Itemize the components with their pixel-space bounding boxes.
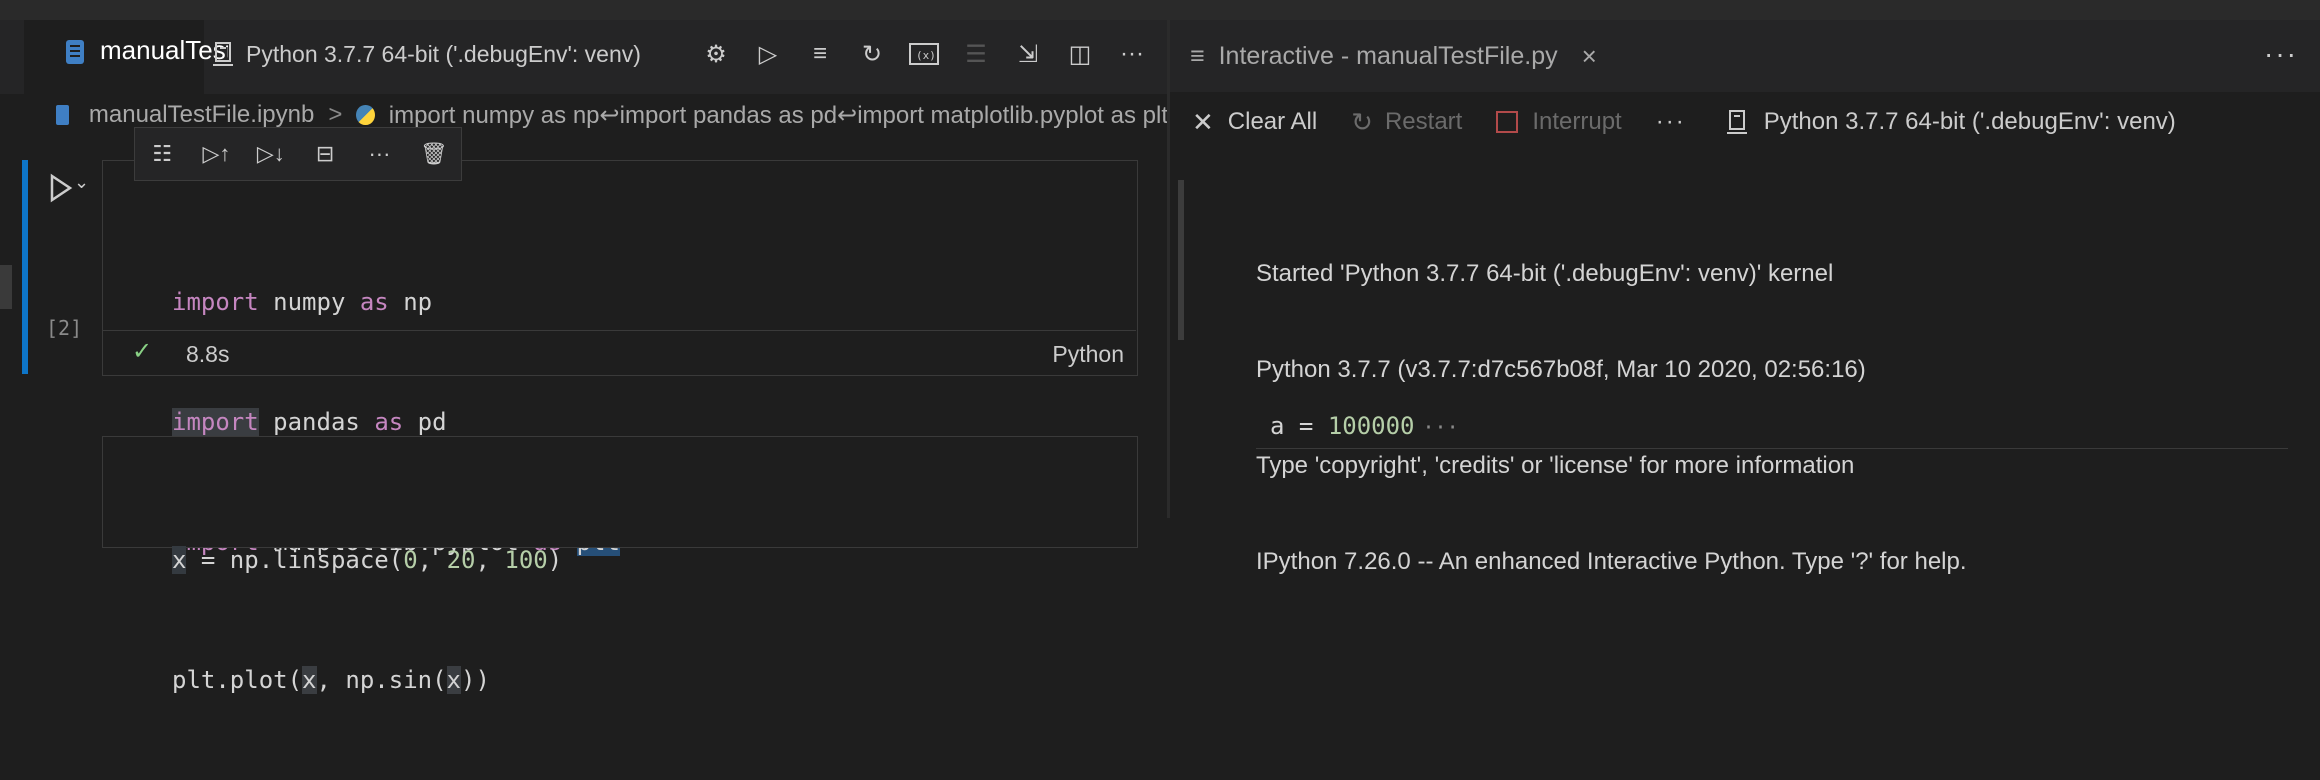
cell-toolbar: ☷ ▷↑ ▷↓ ⊟ ··· 🗑 (134, 127, 462, 181)
execution-count: [2] (46, 316, 83, 340)
kernel-label: Python 3.7.7 64-bit ('.debugEnv': venv) (246, 40, 641, 67)
more-icon[interactable]: ··· (2264, 38, 2298, 70)
editor-tab-bar: manualTestFile.ipynb Python 3.7.7 64-bit… (0, 20, 1168, 94)
breadcrumb-cell[interactable]: import numpy as np↩import pandas as pd↩i… (389, 101, 1168, 130)
breadcrumb-file[interactable]: manualTestFile.ipynb (89, 101, 314, 129)
scrollbar[interactable] (1178, 180, 1184, 340)
output-line: Type 'copyright', 'credits' or 'license'… (1256, 452, 1855, 479)
cell-focus-indicator (22, 160, 28, 374)
run-all-icon[interactable]: ▷ (742, 34, 794, 74)
tab-notebook[interactable]: manualTestFile.ipynb (24, 20, 228, 94)
notebook-file-icon (66, 40, 84, 64)
window-title-bar (0, 0, 2320, 20)
delete-icon[interactable]: 🗑 (414, 134, 454, 174)
server-icon (213, 42, 233, 66)
execution-duration: 8.8s (186, 341, 230, 367)
cell-code[interactable]: x = np.linspace(0, 20, 100) plt.plot(x, … (172, 460, 562, 780)
kernel-label: Python 3.7.7 64-bit ('.debugEnv': venv) (1763, 108, 2176, 135)
clear-outputs-icon[interactable]: ≡ (794, 34, 846, 74)
more-icon[interactable]: ··· (1656, 108, 1686, 136)
interactive-toolbar: ✕ Clear All ↻ Restart Interrupt ··· Pyth… (1170, 92, 2320, 152)
tab-title: Interactive - manualTestFile.py (1218, 41, 1558, 70)
execute-below-icon[interactable]: ▷↓ (251, 134, 291, 174)
check-icon: ✓ (132, 338, 153, 365)
notebook-editor: manualTestFile.ipynb Python 3.7.7 64-bit… (0, 20, 1168, 694)
execute-above-icon[interactable]: ▷↑ (196, 134, 236, 174)
interrupt-button[interactable]: Interrupt (1496, 108, 1622, 136)
variables-icon[interactable]: (x) (898, 34, 950, 74)
chevron-down-icon[interactable]: ⌄ (74, 172, 89, 193)
clear-all-button[interactable]: ✕ Clear All (1192, 107, 1317, 138)
close-icon[interactable]: × (1582, 41, 1597, 72)
editor-toolbar: ⚙ ▷ ≡ ↻ (x) ☰ ⇲ ◫ ··· (690, 34, 1158, 74)
export-icon[interactable]: ⇲ (1002, 34, 1054, 74)
split-cell-icon[interactable]: ⊟ (305, 134, 345, 174)
run-by-line-icon[interactable]: ☷ (142, 134, 182, 174)
svg-text:(x): (x) (916, 49, 936, 62)
code-line: x = np.linspace(0, 20, 100) (172, 546, 563, 574)
cell-status-bar: ✓ 8.8s Python (102, 330, 1136, 375)
outline-icon[interactable]: ☰ (950, 34, 1002, 74)
output-line: IPython 7.26.0 -- An enhanced Interactiv… (1256, 548, 1967, 575)
gutter-marker (0, 265, 12, 309)
output-line: Started 'Python 3.7.7 64-bit ('.debugEnv… (1256, 260, 1834, 287)
server-icon (1726, 110, 1747, 134)
tab-title: manualTestFile.ipynb (100, 35, 228, 65)
more-icon: ··· (1422, 415, 1459, 439)
interactive-window: ≡ Interactive - manualTestFile.py × ··· … (1170, 20, 2320, 575)
output-line: Python 3.7.7 (v3.7.7:d7c567b08f, Mar 10 … (1256, 356, 1866, 383)
kernel-picker[interactable]: Python 3.7.7 64-bit ('.debugEnv': venv) (1726, 108, 2176, 136)
restart-button[interactable]: ↻ Restart (1351, 107, 1462, 138)
tab-interactive[interactable]: ≡ Interactive - manualTestFile.py × (1190, 20, 1840, 92)
kernel-picker[interactable]: Python 3.7.7 64-bit ('.debugEnv': venv) (212, 34, 641, 74)
cell-code: a = 100000 ··· (1270, 412, 1459, 440)
gear-icon[interactable]: ⚙ (690, 34, 742, 74)
code-line: plt.plot(x, np.sin(x)) (172, 666, 490, 694)
restart-icon: ↻ (1351, 106, 1373, 137)
restart-icon[interactable]: ↻ (846, 34, 898, 74)
interactive-cell[interactable]: a = 100000 ··· (1256, 398, 2288, 449)
python-icon (356, 105, 375, 125)
stop-icon (1496, 111, 1519, 133)
code-line: import numpy as np (172, 288, 433, 316)
notebook-file-icon (56, 105, 69, 125)
split-editor-icon[interactable]: ◫ (1054, 34, 1106, 74)
more-icon[interactable]: ··· (359, 134, 399, 174)
interactive-tab-bar: ≡ Interactive - manualTestFile.py × ··· (1170, 20, 2320, 92)
preview-icon: ≡ (1190, 41, 1205, 70)
cell-language[interactable]: Python (1052, 341, 1124, 368)
more-icon[interactable]: ··· (1106, 34, 1158, 74)
close-icon: ✕ (1192, 106, 1214, 137)
chevron-right-icon: > (328, 101, 343, 128)
